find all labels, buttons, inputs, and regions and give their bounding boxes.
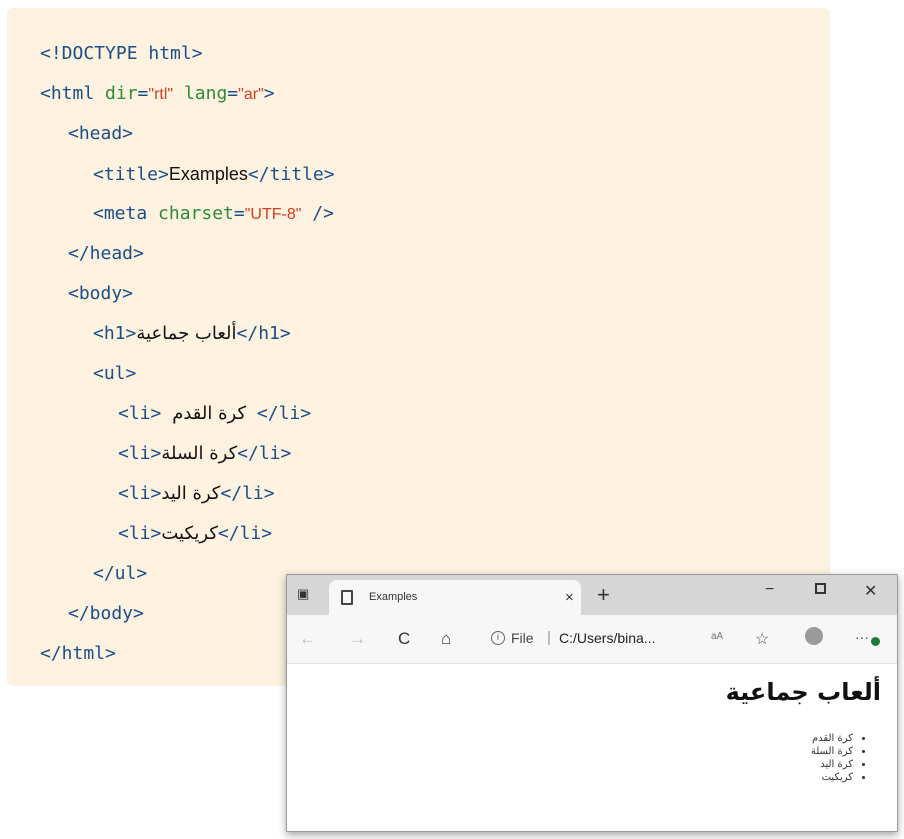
- ul-open-tag: <ul>: [93, 363, 137, 384]
- meta-close-tag: />: [301, 203, 334, 224]
- charset-value: UTF-8: [250, 206, 296, 223]
- tab-close-button[interactable]: ×: [565, 589, 574, 606]
- minimize-button[interactable]: −: [765, 581, 774, 599]
- html-open-end: >: [263, 83, 275, 104]
- li-text: كرة السلة: [161, 443, 238, 464]
- code-line-li: <li>كرة اليد</li>: [118, 474, 275, 514]
- li-text: كرة اليد: [161, 483, 221, 504]
- h1-close-tag: </h1>: [236, 323, 291, 344]
- code-line-head-close: </head>: [68, 234, 144, 274]
- info-icon[interactable]: i: [491, 631, 505, 645]
- page-icon: [341, 590, 353, 605]
- quote-mark: ": [167, 86, 174, 103]
- list-item: كرة اليد: [811, 758, 853, 771]
- li-text: كرة القدم: [172, 403, 247, 424]
- code-line-li: <li>كريكيت</li>: [118, 514, 272, 554]
- li-open-tag: <li>: [118, 403, 162, 424]
- body-open-tag: <body>: [68, 283, 134, 304]
- li-close-tag: </li>: [220, 483, 275, 504]
- lang-attribute: lang: [183, 83, 228, 104]
- title-close-tag: </title>: [247, 164, 335, 185]
- lang-value: ar: [243, 86, 259, 103]
- title-open-tag: <title>: [93, 164, 169, 185]
- ul-close-tag: </ul>: [93, 563, 148, 584]
- code-line-head-open: <head>: [68, 114, 133, 154]
- code-line-html-close: </html>: [40, 634, 116, 674]
- h1-text: ألعاب جماعية: [136, 323, 237, 344]
- maximize-button[interactable]: [815, 583, 826, 594]
- equals-sign: =: [137, 83, 149, 104]
- code-line-ul-open: <ul>: [93, 354, 136, 394]
- equals-sign: =: [227, 83, 239, 104]
- equals-sign: =: [233, 203, 245, 224]
- update-badge-icon: [871, 637, 880, 646]
- li-open-tag: <li>: [118, 483, 162, 504]
- browser-window: ▣ Examples × + − ✕ ← → C ⌂ i File | C:/U…: [286, 574, 898, 832]
- home-icon[interactable]: ⌂: [441, 629, 451, 649]
- h1-open-tag: <h1>: [93, 323, 137, 344]
- li-close-tag: </li>: [237, 443, 292, 464]
- code-line-h1: <h1>ألعاب جماعية</h1>: [93, 314, 291, 354]
- li-close-tag: </li>: [256, 403, 312, 424]
- sports-list: كرة القدم كرة السلة كرة اليد كريكيت: [811, 732, 875, 784]
- code-line-body-close: </body>: [68, 594, 144, 634]
- head-close-tag: </head>: [68, 243, 144, 264]
- code-line-body-open: <body>: [68, 274, 133, 314]
- more-options-icon[interactable]: ···: [855, 629, 869, 645]
- html-open-tag: <html: [40, 83, 106, 104]
- dir-attribute: dir: [105, 83, 138, 104]
- favorites-icon[interactable]: ☆: [755, 629, 769, 649]
- code-line-html-open: <html dir="rtl" lang="ar">: [40, 74, 275, 114]
- code-line-li: <li>كرة السلة</li>: [118, 434, 291, 474]
- new-tab-button[interactable]: +: [597, 582, 610, 608]
- list-item: كريكيت: [811, 771, 853, 784]
- li-close-tag: </li>: [217, 523, 273, 544]
- code-line-doctype: <!DOCTYPE html>: [40, 34, 203, 74]
- code-line-li: <li> كرة القدم </li>: [118, 394, 311, 434]
- navigation-bar: ← → C ⌂ i File | C:/Users/bina... aA ☆ ·…: [287, 615, 897, 664]
- close-window-button[interactable]: ✕: [864, 581, 877, 601]
- doctype-tag: <!DOCTYPE html>: [40, 43, 203, 64]
- file-label: File: [511, 630, 534, 646]
- address-bar[interactable]: C:/Users/bina...: [559, 630, 655, 646]
- reload-icon[interactable]: C: [398, 629, 410, 649]
- back-arrow-icon[interactable]: ←: [299, 629, 316, 649]
- body-close-tag: </body>: [68, 603, 144, 624]
- list-item: كرة السلة: [811, 745, 853, 758]
- address-separator: |: [547, 629, 551, 646]
- charset-attribute: charset: [158, 203, 234, 224]
- li-open-tag: <li>: [118, 443, 162, 464]
- code-line-title: <title>Examples</title>: [93, 154, 335, 194]
- html-close-tag: </html>: [40, 643, 116, 664]
- li-text: كريكيت: [161, 523, 218, 544]
- tab-examples[interactable]: Examples ×: [329, 580, 581, 615]
- dir-value: rtl: [154, 86, 168, 103]
- code-line-meta: <meta charset="UTF-8" />: [93, 194, 334, 234]
- tab-actions-icon[interactable]: ▣: [297, 587, 313, 601]
- list-item: كرة القدم: [811, 732, 853, 745]
- meta-open-tag: <meta: [93, 203, 159, 224]
- profile-icon[interactable]: [805, 627, 823, 645]
- page-heading: ألعاب جماعية: [725, 678, 881, 706]
- forward-arrow-icon[interactable]: →: [349, 629, 366, 649]
- code-line-ul-close: </ul>: [93, 554, 147, 594]
- title-bar: ▣ Examples × + − ✕: [287, 575, 897, 615]
- page-content: ألعاب جماعية كرة القدم كرة السلة كرة الي…: [287, 664, 897, 831]
- title-text: Examples: [168, 164, 248, 184]
- li-open-tag: <li>: [118, 523, 162, 544]
- tab-title: Examples: [369, 591, 418, 603]
- read-aloud-icon[interactable]: aA: [711, 631, 723, 642]
- head-open-tag: <head>: [68, 123, 134, 144]
